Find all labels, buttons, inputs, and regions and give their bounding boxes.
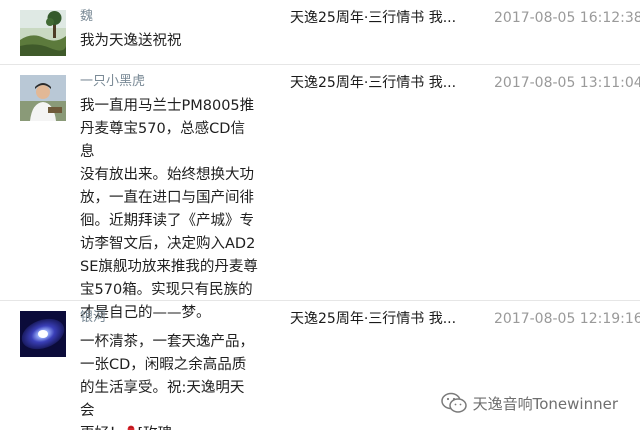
comment-row: 魏 我为天逸送祝祝 天逸25周年·三行情书 我... 2017-08-05 16… (0, 0, 640, 65)
galaxy-photo-avatar[interactable] (20, 311, 66, 357)
wechat-icon (440, 392, 467, 413)
comment-row: 一只小黑虎 我一直用马兰士PM8005推 丹麦尊宝570，总感CD信息 没有放出… (0, 65, 640, 321)
article-link[interactable]: 天逸25周年·三行情书 我... (290, 310, 456, 328)
comment-list: 魏 我为天逸送祝祝 天逸25周年·三行情书 我... 2017-08-05 16… (0, 0, 640, 430)
commenter-name[interactable]: 一只小黑虎 (80, 73, 145, 91)
person-photo-avatar[interactable] (20, 75, 66, 121)
article-link[interactable]: 天逸25周年·三行情书 我... (290, 74, 456, 92)
comment-timestamp: 2017-08-05 12:19:16 (494, 311, 640, 327)
comment-text: 我为天逸送祝祝 (80, 33, 182, 49)
comment-timestamp: 2017-08-05 16:12:38 (494, 10, 640, 26)
comment-text-part: 一杯清茶，一套天逸产品， 一张CD，闲暇之余高品质 的生活享受。祝:天逸明天会 … (80, 334, 254, 430)
comment-timestamp: 2017-08-05 13:11:04 (494, 75, 640, 91)
commenter-name[interactable]: 银河 (80, 309, 106, 327)
landscape-photo-avatar[interactable] (20, 10, 66, 56)
comment-text: 我一直用马兰士PM8005推 丹麦尊宝570，总感CD信息 没有放出来。始终想换… (80, 98, 258, 321)
comment-text-part: [玫瑰 (138, 426, 173, 430)
commenter-name[interactable]: 魏 (80, 8, 93, 26)
watermark: 天逸音响Tonewinner (440, 392, 618, 414)
comment-text: 一杯清茶，一套天逸产品， 一张CD，闲暇之余高品质 的生活享受。祝:天逸明天会 … (80, 331, 258, 430)
rose-icon (127, 425, 134, 430)
watermark-label: 天逸音响Tonewinner (472, 394, 618, 413)
article-link[interactable]: 天逸25周年·三行情书 我... (290, 9, 456, 27)
